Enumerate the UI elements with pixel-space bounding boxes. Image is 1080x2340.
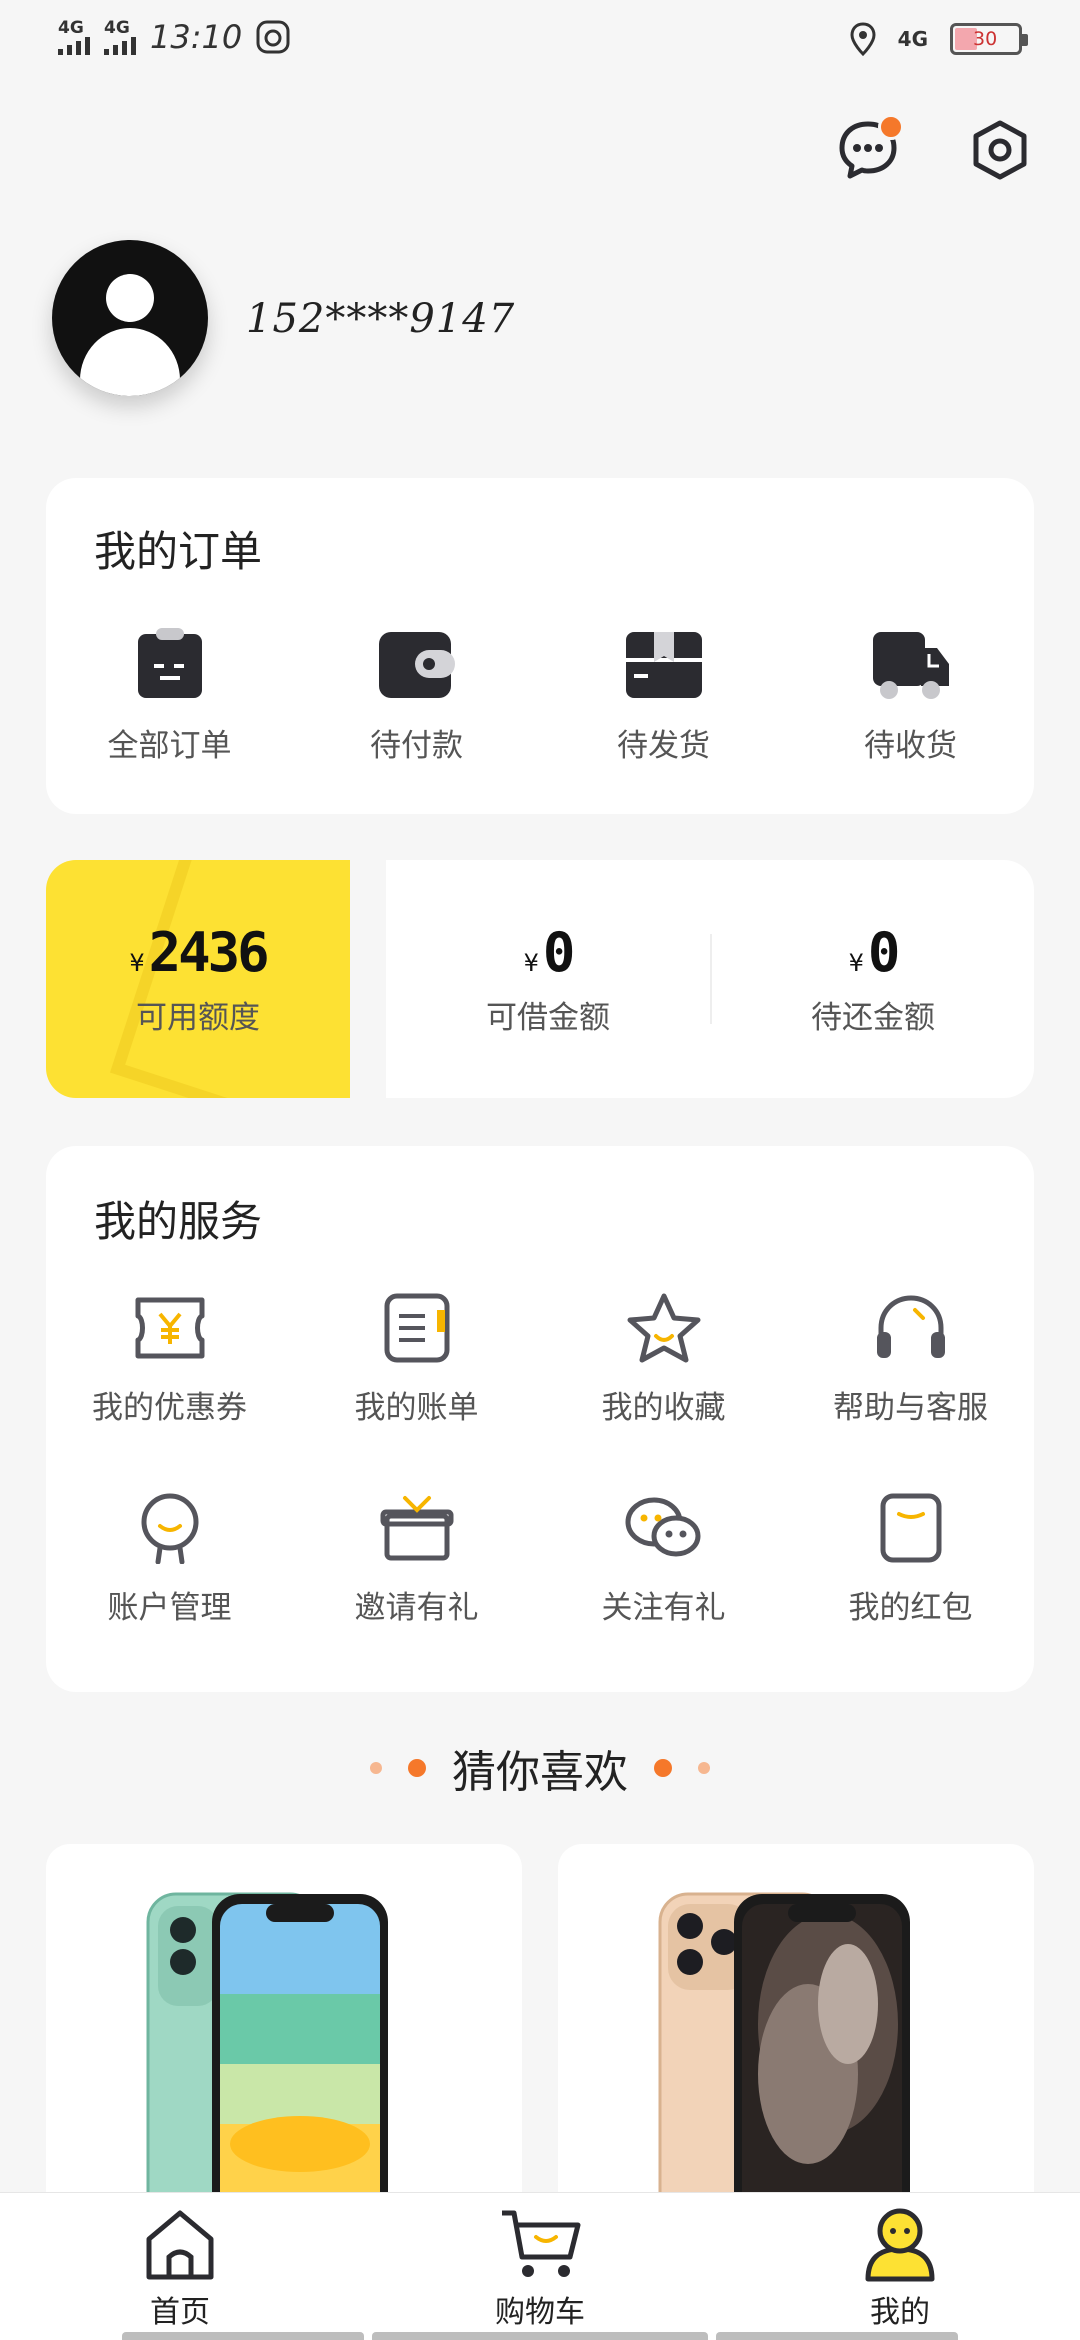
orders-title: 我的订单: [94, 527, 263, 576]
available-label: 可用额度: [136, 1000, 260, 1036]
available-amount: 2436: [148, 921, 270, 984]
repay-amount: 0: [867, 921, 900, 984]
headset-icon: [876, 1295, 945, 1358]
credit-summary-card: ¥ 0 可借金额 ¥ 0 待还金额: [386, 860, 1034, 1098]
nav-cart[interactable]: 购物车: [440, 2205, 640, 2331]
cart-icon: [502, 2210, 581, 2277]
gesture-bar: [372, 2332, 708, 2340]
avatar[interactable]: [52, 240, 208, 396]
repay-amount-item[interactable]: ¥ 0 待还金额: [712, 860, 1034, 1098]
nav-label: 我的: [870, 2295, 930, 2330]
gesture-bar: [716, 2332, 958, 2340]
nav-label: 购物车: [495, 2295, 585, 2330]
services-title: 我的服务: [94, 1197, 263, 1246]
available-credit: ¥ 2436 可用额度: [46, 860, 350, 1098]
notification-icon: [256, 20, 290, 54]
status-bar: 4G 4G 13:10 4G 30: [0, 0, 1080, 84]
borrowable-amount-item[interactable]: ¥ 0 可借金额: [386, 860, 710, 1098]
order-item-label: 待付款: [370, 728, 463, 764]
decor-dot: [654, 1759, 672, 1777]
battery-icon: 30: [950, 23, 1028, 55]
service-item-label: 我的账单: [354, 1390, 479, 1426]
network-type-right: 4G: [897, 27, 928, 51]
service-item-red-packet[interactable]: 我的红包: [787, 1492, 1034, 1627]
network-type-2: 4G: [104, 18, 130, 38]
battery-level: 30: [973, 28, 998, 50]
service-item-label: 我的收藏: [601, 1390, 726, 1426]
location-icon: [850, 22, 876, 56]
truck-icon: [872, 632, 949, 699]
order-item-label: 全部订单: [107, 728, 232, 764]
services-row-1: 我的优惠券 我的账单 我的收藏 帮助与客服: [46, 1292, 1034, 1427]
order-item-label: 待发货: [617, 728, 710, 764]
wallet-icon: [378, 632, 455, 698]
service-item-label: 关注有礼: [601, 1590, 726, 1626]
decor-dot: [370, 1762, 382, 1774]
gesture-bar: [122, 2332, 364, 2340]
currency-symbol: ¥: [848, 949, 864, 977]
signal-1-icon: 4G: [58, 19, 90, 55]
service-item-follow[interactable]: 关注有礼: [540, 1492, 787, 1627]
wechat-icon: [625, 1497, 700, 1557]
service-item-invite[interactable]: 邀请有礼: [293, 1492, 540, 1627]
hexagon-settings-icon: [973, 120, 1027, 180]
service-item-help[interactable]: 帮助与客服: [787, 1292, 1034, 1427]
bottom-navigation: 首页 购物车 我的: [0, 2192, 1080, 2340]
nav-label: 首页: [150, 2295, 210, 2330]
status-time: 13:10: [150, 18, 243, 56]
order-item-label: 待收货: [864, 728, 957, 764]
status-left: 4G 4G 13:10: [58, 18, 290, 56]
decor-dot: [408, 1759, 426, 1777]
recommend-title: 猜你喜欢: [452, 1747, 628, 1798]
bill-icon: [384, 1293, 449, 1363]
service-item-label: 帮助与客服: [833, 1390, 988, 1426]
network-type-1: 4G: [58, 18, 84, 38]
order-item-pending-payment[interactable]: 待付款: [293, 626, 540, 765]
star-icon: [627, 1293, 700, 1363]
available-credit-card[interactable]: ¥ 2436 可用额度: [46, 860, 350, 1098]
user-avatar-icon: [80, 274, 180, 396]
recommend-header: 猜你喜欢: [0, 1736, 1080, 1800]
clipboard-icon: [137, 628, 202, 698]
coupon-icon: [135, 1297, 204, 1359]
nav-home[interactable]: 首页: [80, 2205, 280, 2331]
services-row-2: 账户管理 邀请有礼 关注有礼 我的红包: [46, 1492, 1034, 1627]
service-item-label: 账户管理: [107, 1590, 232, 1626]
orders-card: 我的订单 全部订单 待付款 待发货 待收货: [46, 478, 1034, 814]
orders-row: 全部订单 待付款 待发货 待收货: [46, 626, 1034, 765]
repay-label: 待还金额: [811, 1000, 935, 1036]
service-item-favorites[interactable]: 我的收藏: [540, 1292, 787, 1427]
borrowable-label: 可借金额: [486, 1000, 610, 1036]
decor-dot: [698, 1762, 710, 1774]
unread-badge: [878, 114, 904, 140]
profile-icon: [865, 2208, 935, 2282]
order-item-pending-shipment[interactable]: 待发货: [540, 626, 787, 765]
order-item-pending-receipt[interactable]: 待收货: [787, 626, 1034, 765]
signal-2-icon: 4G: [104, 19, 136, 55]
package-icon: [625, 632, 702, 698]
borrowable-amount: 0: [542, 921, 575, 984]
message-button[interactable]: [836, 114, 904, 182]
account-icon: [141, 1493, 198, 1564]
red-packet-icon: [880, 1493, 941, 1563]
status-right: 4G 30: [850, 22, 1028, 56]
service-item-bills[interactable]: 我的账单: [293, 1292, 540, 1427]
service-item-coupons[interactable]: 我的优惠券: [46, 1292, 293, 1427]
service-item-account[interactable]: 账户管理: [46, 1492, 293, 1627]
gift-icon: [380, 1496, 453, 1561]
currency-symbol: ¥: [129, 949, 145, 977]
services-card: 我的服务 我的优惠券 我的账单 我的收藏 帮助与客服 账户管理 邀请有礼 关注有…: [46, 1146, 1034, 1692]
currency-symbol: ¥: [523, 949, 539, 977]
user-phone[interactable]: 152****9147: [246, 296, 515, 342]
service-item-label: 邀请有礼: [354, 1590, 479, 1626]
service-item-label: 我的优惠券: [92, 1390, 247, 1426]
settings-button[interactable]: [968, 118, 1032, 182]
order-item-all[interactable]: 全部订单: [46, 626, 293, 765]
home-icon: [146, 2210, 214, 2280]
nav-profile[interactable]: 我的: [800, 2205, 1000, 2331]
service-item-label: 我的红包: [848, 1590, 973, 1626]
